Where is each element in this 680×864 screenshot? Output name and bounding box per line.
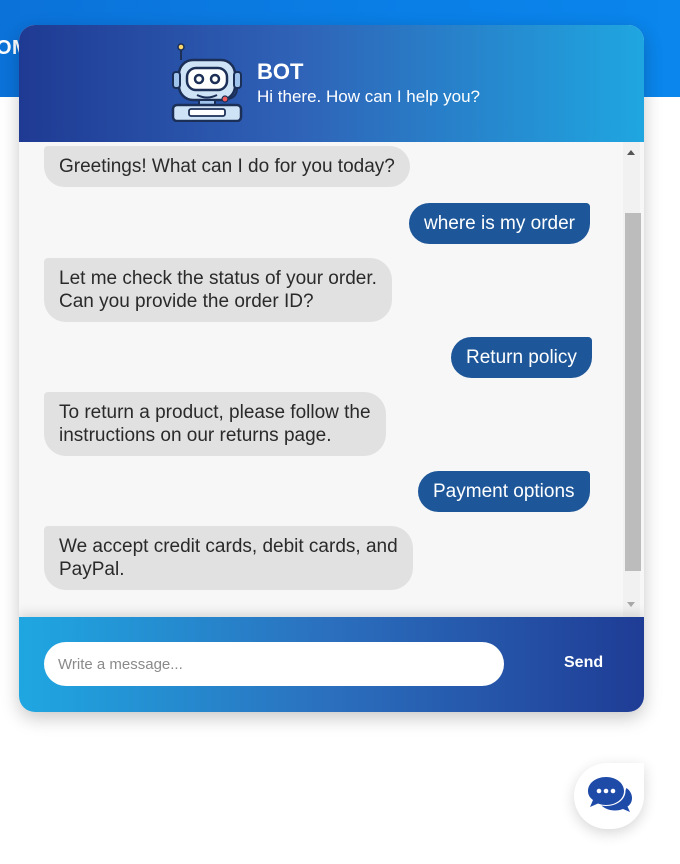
chat-input-bar: Send	[19, 617, 644, 712]
bot-message: To return a product, please follow the i…	[44, 392, 386, 456]
scroll-up-arrow-icon[interactable]	[627, 150, 635, 155]
chat-launcher-button[interactable]	[574, 763, 644, 829]
message-input[interactable]	[44, 642, 504, 686]
chat-window: BOT Hi there. How can I help you? Greeti…	[19, 25, 644, 712]
bot-message: Let me check the status of your order. C…	[44, 258, 392, 322]
bot-message: Greetings! What can I do for you today?	[44, 146, 410, 187]
scroll-down-arrow-icon[interactable]	[627, 602, 635, 607]
bot-message: We accept credit cards, debit cards, and…	[44, 526, 413, 590]
scrollbar-thumb[interactable]	[625, 213, 641, 571]
bot-name: BOT	[257, 59, 304, 84]
user-message: Payment options	[418, 471, 590, 512]
message-list[interactable]: Greetings! What can I do for you today? …	[19, 142, 623, 617]
user-message: Return policy	[451, 337, 592, 378]
user-message: where is my order	[409, 203, 590, 244]
send-button[interactable]: Send	[564, 654, 603, 672]
message-scrollbar[interactable]	[623, 142, 641, 617]
bot-greeting-subtitle: Hi there. How can I help you?	[257, 87, 481, 106]
robot-icon	[171, 43, 243, 122]
chat-header: BOT Hi there. How can I help you?	[19, 25, 644, 142]
chat-bubbles-icon	[588, 777, 632, 812]
